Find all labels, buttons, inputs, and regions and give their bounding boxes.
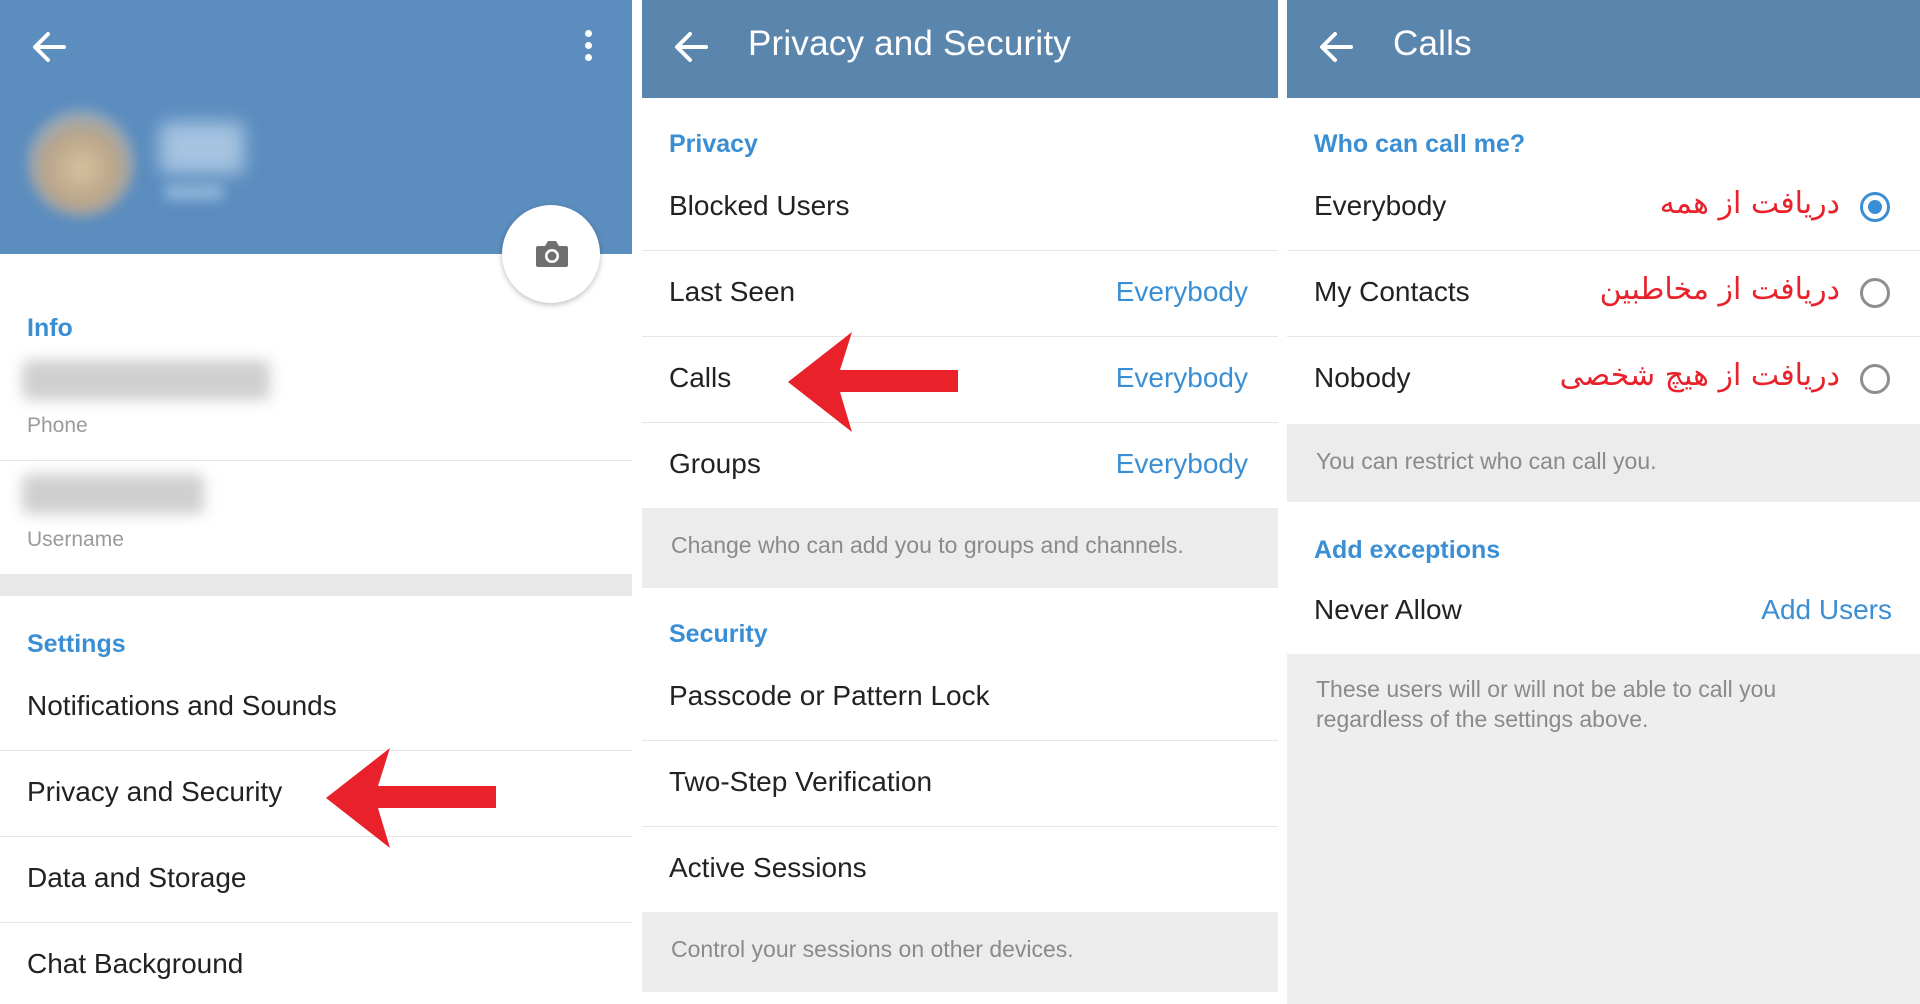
page-title: Privacy and Security: [748, 24, 1072, 63]
username-label: Username: [27, 528, 124, 551]
item-label: Last Seen: [669, 276, 796, 307]
username-value-blurred: [22, 474, 204, 514]
phone-value-blurred: [22, 360, 270, 400]
sessions-note-text: Control your sessions on other devices.: [671, 936, 1074, 962]
red-arrow-icon: [326, 748, 496, 848]
profile-status-blurred: [164, 184, 224, 200]
persian-annotation: دریافت از هیچ شخصی: [1559, 358, 1840, 393]
persian-annotation: دریافت از همه: [1659, 186, 1840, 221]
settings-item-privacy[interactable]: Privacy and Security: [0, 752, 632, 837]
info-section-header: Info: [27, 314, 73, 342]
page-title: Calls: [1393, 24, 1472, 63]
settings-item-label: Privacy and Security: [27, 776, 283, 807]
settings-item-data-storage[interactable]: Data and Storage: [0, 838, 632, 923]
settings-section-header: Settings: [27, 630, 126, 658]
groups-item[interactable]: Groups Everybody: [642, 424, 1278, 508]
profile-name-blurred: [160, 122, 244, 174]
set-photo-button[interactable]: [502, 205, 600, 303]
restrict-note: You can restrict who can call you.: [1287, 424, 1920, 502]
section-divider: [0, 574, 632, 596]
groups-note-text: Change who can add you to groups and cha…: [671, 532, 1184, 558]
passcode-item[interactable]: Passcode or Pattern Lock: [642, 656, 1278, 741]
restrict-note-text: You can restrict who can call you.: [1316, 448, 1657, 474]
privacy-security-panel: Privacy and Security Privacy Blocked Use…: [642, 0, 1278, 1004]
item-label: Groups: [669, 448, 761, 479]
settings-item-chat-background[interactable]: Chat Background: [0, 924, 632, 1004]
arrow-left-icon[interactable]: [1317, 28, 1355, 66]
item-label: Blocked Users: [669, 190, 850, 221]
call-option-my-contacts[interactable]: My Contacts دریافت از مخاطبین: [1287, 252, 1920, 337]
option-label: Everybody: [1314, 190, 1447, 221]
security-section-header: Security: [669, 620, 768, 648]
settings-item-label: Data and Storage: [27, 862, 247, 893]
privacy-section-header: Privacy: [669, 130, 758, 158]
settings-item-label: Chat Background: [27, 948, 244, 979]
item-value: Everybody: [1115, 362, 1248, 393]
exceptions-note: These users will or will not be able to …: [1287, 654, 1920, 1004]
calls-panel: Calls Who can call me? Everybody دریافت …: [1287, 0, 1920, 1004]
item-label: Calls: [669, 362, 732, 393]
groups-note: Change who can add you to groups and cha…: [642, 508, 1278, 588]
radio-button-selected[interactable]: [1860, 192, 1890, 222]
two-step-verification-item[interactable]: Two-Step Verification: [642, 742, 1278, 827]
blocked-users-item[interactable]: Blocked Users: [642, 166, 1278, 251]
sessions-note: Control your sessions on other devices.: [642, 912, 1278, 992]
radio-button[interactable]: [1860, 364, 1890, 394]
red-arrow-icon: [788, 332, 958, 432]
item-label: Never Allow: [1314, 594, 1462, 625]
settings-panel: Info Phone Username Settings Notificatio…: [0, 0, 632, 1004]
settings-item-label: Notifications and Sounds: [27, 690, 337, 721]
calls-item[interactable]: Calls Everybody: [642, 338, 1278, 423]
add-users-link[interactable]: Add Users: [1761, 594, 1892, 626]
option-label: Nobody: [1314, 362, 1411, 393]
option-label: My Contacts: [1314, 276, 1470, 307]
persian-annotation: دریافت از مخاطبین: [1599, 272, 1840, 307]
item-label: Active Sessions: [669, 852, 867, 883]
arrow-left-icon[interactable]: [30, 28, 68, 66]
item-label: Passcode or Pattern Lock: [669, 680, 990, 711]
avatar[interactable]: [28, 110, 134, 216]
call-option-everybody[interactable]: Everybody دریافت از همه: [1287, 166, 1920, 251]
never-allow-item[interactable]: Never Allow Add Users: [1287, 570, 1920, 654]
call-option-nobody[interactable]: Nobody دریافت از هیچ شخصی: [1287, 338, 1920, 422]
radio-button[interactable]: [1860, 278, 1890, 308]
calls-header: Calls: [1287, 0, 1920, 98]
exceptions-note-line1: These users will or will not be able to …: [1316, 676, 1777, 702]
exceptions-note-line2: regardless of the settings above.: [1316, 706, 1649, 732]
more-vert-icon[interactable]: [577, 28, 601, 64]
add-exceptions-header: Add exceptions: [1314, 536, 1501, 564]
who-can-call-header: Who can call me?: [1314, 130, 1526, 158]
item-value: Everybody: [1115, 276, 1248, 307]
arrow-left-icon[interactable]: [672, 28, 710, 66]
phone-label: Phone: [27, 414, 88, 437]
privacy-header: Privacy and Security: [642, 0, 1278, 98]
settings-item-notifications[interactable]: Notifications and Sounds: [0, 666, 632, 751]
camera-icon: [536, 241, 568, 267]
last-seen-item[interactable]: Last Seen Everybody: [642, 252, 1278, 337]
item-label: Two-Step Verification: [669, 766, 933, 797]
item-value: Everybody: [1115, 448, 1248, 479]
active-sessions-item[interactable]: Active Sessions: [642, 828, 1278, 912]
